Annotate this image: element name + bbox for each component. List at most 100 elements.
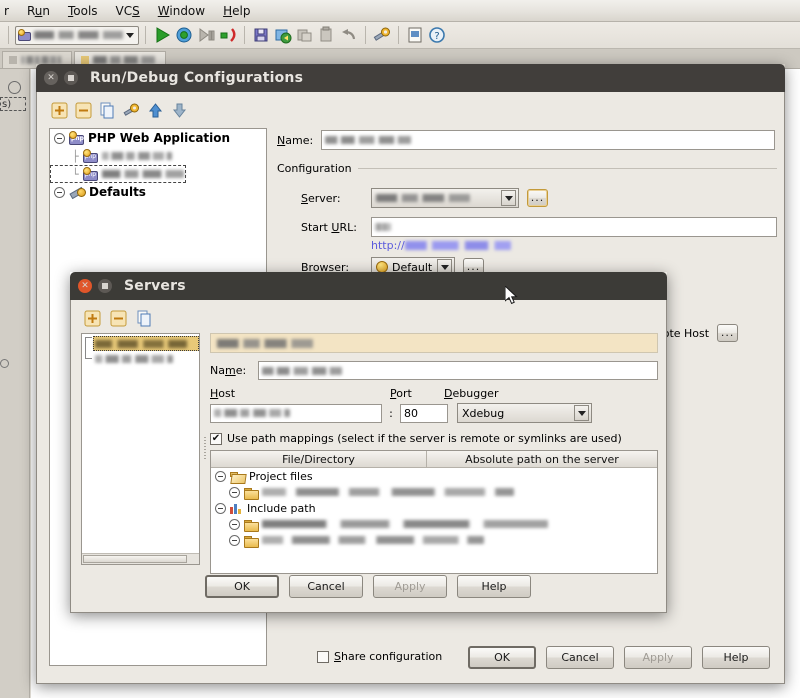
folder-icon [244,487,259,500]
table-row[interactable] [211,484,657,500]
splitter-grip[interactable] [204,437,206,461]
server-combo[interactable] [371,188,519,208]
ide-menu-bar: r Run Tools VCS Window Help [0,0,800,22]
save-all-icon[interactable] [251,25,271,45]
copy-server-button[interactable] [136,310,153,327]
tree-node-defaults[interactable]: Defaults [50,183,266,201]
table-row[interactable]: Project files [211,468,657,484]
close-icon[interactable]: ✕ [44,71,58,85]
menu-item-run[interactable]: Run [18,2,59,20]
port-label: Port [390,387,412,400]
host-input[interactable] [210,403,382,423]
file-icon [9,56,17,64]
edit-defaults-button[interactable] [123,102,140,119]
table-row[interactable]: Include path [211,500,657,516]
svg-text:?: ? [434,31,439,42]
run-with-coverage-icon[interactable] [196,25,216,45]
copy-icon[interactable] [295,25,315,45]
server-name-input[interactable] [258,361,658,380]
run-icon[interactable] [152,25,172,45]
attach-debugger-icon[interactable] [218,25,238,45]
screen: r Run Tools VCS Window Help ? s) ✕ Run/D… [0,0,800,698]
port-input[interactable]: 80 [400,403,448,423]
server-browse-button[interactable]: ... [527,189,548,207]
menu-item-help[interactable]: Help [214,2,259,20]
expander-icon[interactable] [54,186,65,198]
run-configuration-combo[interactable] [15,25,139,45]
server-list-item-label [95,354,173,363]
ok-button[interactable]: OK [205,575,279,598]
server-list-item[interactable] [93,351,199,366]
cancel-button[interactable]: Cancel [289,575,363,598]
tree-node-label: Defaults [89,185,146,199]
expander-icon[interactable] [54,132,65,144]
help-icon[interactable]: ? [427,25,447,45]
add-configuration-button[interactable] [51,102,68,119]
servers-dialog-titlebar[interactable]: ✕ Servers [70,272,667,300]
move-up-button[interactable] [147,102,164,119]
expander-icon[interactable] [229,486,240,498]
add-server-button[interactable] [84,310,101,327]
copy-configuration-button[interactable] [99,102,116,119]
expander-icon[interactable] [215,470,226,482]
tree-node-label [101,170,184,178]
menu-item-window[interactable]: Window [149,2,214,20]
folder-open-icon [230,471,245,482]
tree-node-configuration-1[interactable]: ├ [50,147,266,165]
row-label [262,536,484,544]
tree-line: ├ [72,149,79,163]
settings-icon[interactable] [372,25,392,45]
use-path-mappings-checkbox[interactable]: ✔ [210,432,222,445]
close-icon[interactable]: ✕ [78,279,92,293]
undo-icon[interactable] [339,25,359,45]
name-input[interactable] [321,130,775,150]
run-configuration-name [34,31,123,39]
servers-splitter[interactable] [202,333,208,565]
paste-icon[interactable] [317,25,337,45]
menu-item-truncated[interactable]: r [2,2,18,20]
remote-host-browse-button[interactable]: ... [717,324,739,342]
chevron-down-icon[interactable] [574,405,589,421]
column-header-absolute-path[interactable]: Absolute path on the server [427,451,657,468]
chevron-down-icon[interactable] [126,32,134,38]
help-button[interactable]: Help [702,646,770,669]
debug-icon[interactable] [174,25,194,45]
structure-toggle-icon[interactable] [8,81,21,94]
path-mappings-table[interactable]: File/Directory Absolute path on the serv… [210,450,658,574]
table-row[interactable] [211,516,657,532]
server-list-hscrollbar[interactable] [82,553,199,564]
tree-node-configuration-2-selected[interactable]: └ [50,165,186,183]
remove-configuration-button[interactable] [75,102,92,119]
chevron-down-icon[interactable] [501,190,516,206]
move-down-button[interactable] [171,102,188,119]
menu-item-tools[interactable]: Tools [59,2,107,20]
ok-button[interactable]: OK [468,646,536,669]
share-configuration-checkbox[interactable] [317,650,329,663]
servers-toolbar [84,310,153,327]
expander-icon[interactable] [229,534,240,546]
expander-icon[interactable] [215,502,226,514]
minimize-icon[interactable] [98,279,112,293]
remove-server-button[interactable] [110,310,127,327]
table-row[interactable] [211,532,657,548]
php-icon [82,149,98,163]
cancel-button[interactable]: Cancel [546,646,614,669]
run-dialog-titlebar[interactable]: ✕ Run/Debug Configurations [36,64,785,92]
start-url-input[interactable] [371,217,777,237]
apply-button: Apply [373,575,447,598]
column-header-file-directory[interactable]: File/Directory [211,451,427,468]
menu-item-vcs[interactable]: VCS [107,2,149,20]
editor-icon[interactable] [405,25,425,45]
expander-icon[interactable] [229,518,240,530]
minimize-icon[interactable] [64,71,78,85]
server-list-item-selected[interactable] [93,336,199,351]
scrollbar-thumb[interactable] [83,555,187,563]
toolbar-separator [365,26,366,44]
update-project-icon[interactable] [273,25,293,45]
editor-tab-label [93,56,155,64]
row-label: Include path [247,501,316,515]
server-list[interactable] [81,333,200,565]
debugger-combo[interactable]: Xdebug [457,403,592,423]
help-button[interactable]: Help [457,575,531,598]
tree-node-php-web-application[interactable]: PHP Web Application [50,129,266,147]
